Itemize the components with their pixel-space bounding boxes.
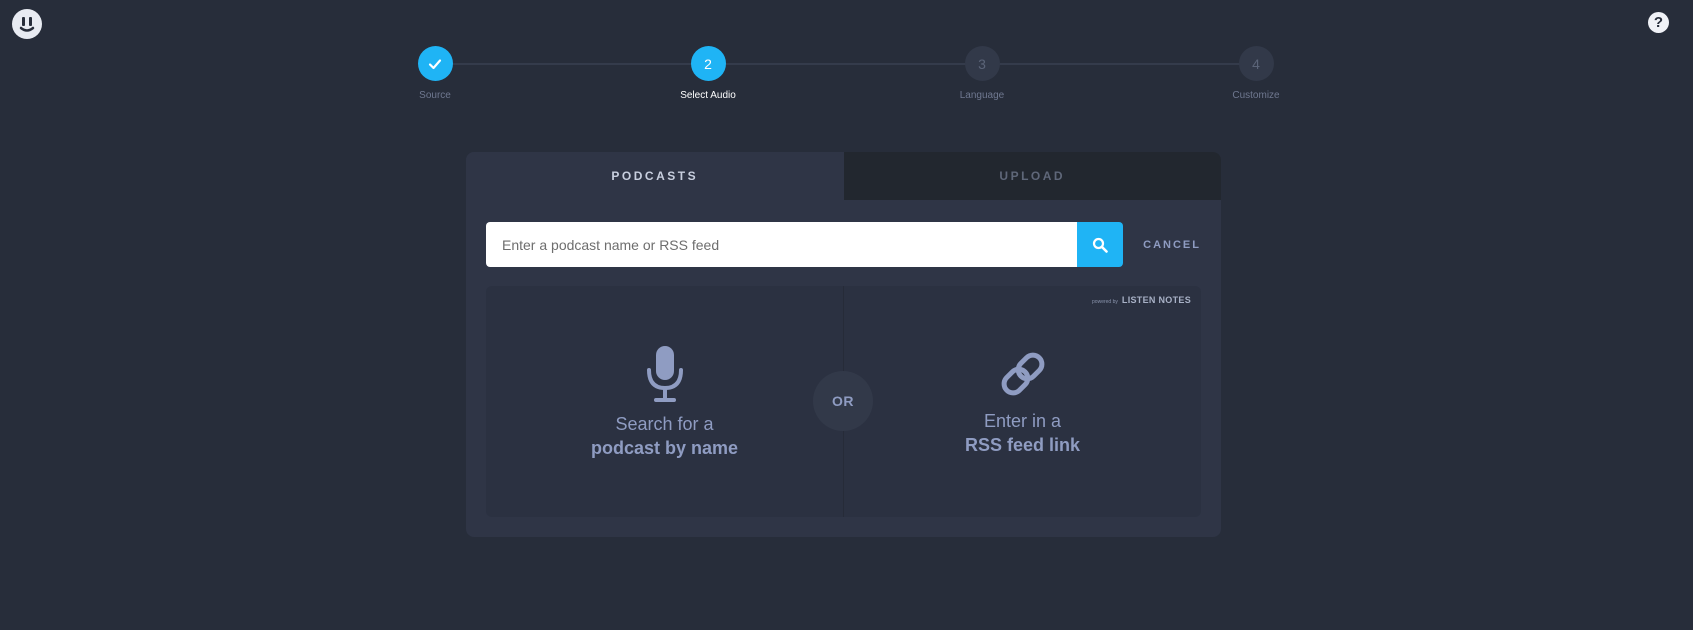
rss-feed-line1: Enter in a <box>983 411 1062 431</box>
search-by-name-option[interactable]: Search for a podcast by name <box>486 286 843 517</box>
tab-upload[interactable]: UPLOAD <box>843 152 1221 200</box>
step-customize-circle: 4 <box>1238 46 1274 81</box>
progress-stepper: Source 2 Select Audio 3 Language 4 Custo… <box>417 46 1280 106</box>
podcast-search-input[interactable] <box>486 222 1078 267</box>
step-select-audio-label: Select Audio <box>680 90 736 101</box>
link-icon <box>1001 352 1044 396</box>
step-language-label: Language <box>959 90 1005 101</box>
stepper-line <box>435 63 1256 65</box>
step-customize-label: Customize <box>1232 90 1280 101</box>
cancel-button[interactable]: CANCEL <box>1143 239 1201 251</box>
listen-notes-brand: LISTEN NOTES <box>1121 295 1191 305</box>
step-source[interactable]: Source <box>390 46 480 101</box>
search-row: CANCEL <box>486 222 1201 267</box>
help-icon[interactable]: ? <box>1648 12 1669 33</box>
microphone-icon <box>646 346 683 402</box>
powered-by-text: powered by <box>1092 299 1118 305</box>
logo-icon <box>19 17 35 32</box>
search-options: Search for a podcast by name powered by … <box>486 286 1201 517</box>
or-divider-badge: OR <box>813 371 873 431</box>
step-select-audio[interactable]: 2 Select Audio <box>663 46 753 101</box>
step-source-label: Source <box>419 90 451 101</box>
step-select-audio-circle: 2 <box>690 46 726 81</box>
app-logo[interactable] <box>12 9 42 39</box>
check-icon <box>428 58 442 69</box>
step-language[interactable]: 3 Language <box>937 46 1027 101</box>
search-button[interactable] <box>1077 222 1124 267</box>
step-source-circle <box>417 46 453 81</box>
select-audio-card: PODCASTS UPLOAD CANCEL Search for a podc… <box>466 152 1221 537</box>
search-icon <box>1093 237 1109 253</box>
powered-by-listen-notes: powered by LISTEN NOTES <box>1092 295 1191 305</box>
tab-podcasts[interactable]: PODCASTS <box>466 152 844 200</box>
step-language-circle: 3 <box>964 46 1000 81</box>
source-tabs: PODCASTS UPLOAD <box>466 152 1221 200</box>
search-by-name-line1: Search for a <box>615 414 714 434</box>
search-by-name-line2: podcast by name <box>590 438 739 458</box>
step-customize[interactable]: 4 Customize <box>1211 46 1301 101</box>
rss-feed-line2: RSS feed link <box>964 435 1081 455</box>
rss-feed-option[interactable]: powered by LISTEN NOTES Enter in a RSS f… <box>843 286 1201 517</box>
